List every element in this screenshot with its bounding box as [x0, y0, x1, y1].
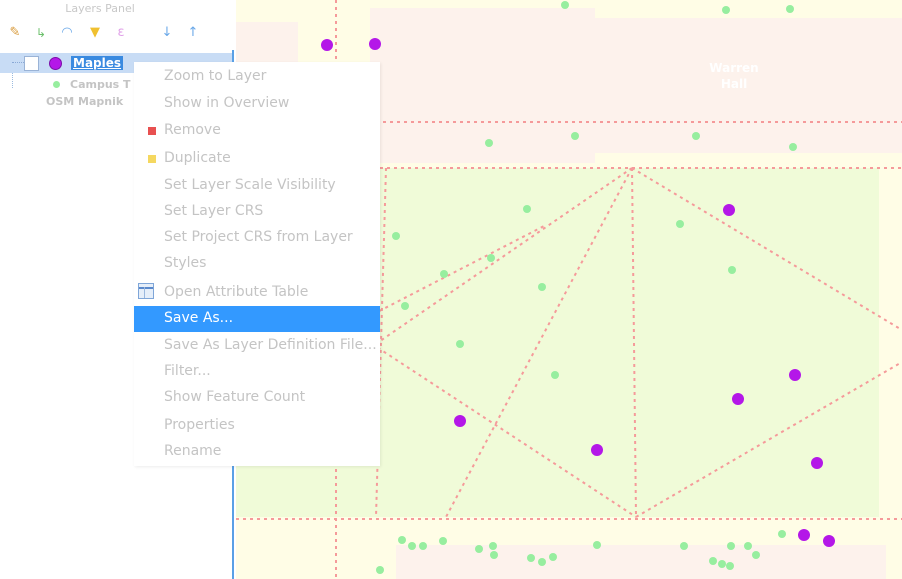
menu-item-label: Save As Layer Definition File... — [164, 337, 377, 353]
menu-item-zoom-to-layer[interactable]: Zoom to Layer — [134, 64, 380, 90]
tree-branch — [12, 62, 24, 63]
layer-name[interactable]: Maples — [71, 56, 124, 70]
building-label: Warren Hall — [704, 60, 764, 92]
menu-item-label: Rename — [164, 443, 222, 459]
group-icon[interactable]: ◠ — [58, 24, 76, 42]
menu-item-show-in-overview[interactable]: Show in Overview — [134, 91, 380, 117]
menu-item-show-feature-count[interactable]: Show Feature Count — [134, 385, 380, 411]
table-icon — [138, 283, 154, 299]
duplicate-icon — [148, 155, 156, 163]
menu-item-label: Show Feature Count — [164, 389, 306, 405]
sort-down-icon[interactable]: ↓ — [158, 24, 176, 42]
menu-item-remove[interactable]: Remove — [134, 118, 380, 144]
panel-title: Layers Panel — [65, 2, 135, 15]
remove-icon — [148, 127, 156, 135]
menu-item-properties[interactable]: Properties — [134, 413, 380, 439]
menu-item-label: Duplicate — [164, 150, 231, 166]
building-label-line1: Warren — [709, 61, 759, 75]
layer-symbol-icon — [49, 57, 62, 70]
layer-visibility-checkbox[interactable] — [24, 56, 39, 71]
menu-item-duplicate[interactable]: Duplicate — [134, 146, 380, 172]
sort-up-icon[interactable]: ↑ — [184, 24, 202, 42]
building — [370, 8, 595, 163]
tree-add-icon[interactable]: ↳ — [32, 24, 50, 42]
menu-item-label: Styles — [164, 255, 207, 271]
menu-item-label: Save As... — [164, 310, 234, 326]
menu-item-set-layer-crs[interactable]: Set Layer CRS — [134, 199, 380, 225]
menu-item-open-attribute-table[interactable]: Open Attribute Table — [134, 280, 380, 306]
menu-item-label: Properties — [164, 417, 235, 433]
menu-item-label: Remove — [164, 122, 221, 138]
menu-item-styles[interactable]: Styles — [134, 251, 380, 277]
menu-item-save-as-layer-definition[interactable]: Save As Layer Definition File... — [134, 333, 380, 359]
filter-icon[interactable]: ▼ — [86, 24, 104, 42]
expression-icon[interactable]: ε — [112, 24, 130, 42]
menu-item-label: Filter... — [164, 363, 211, 379]
menu-item-label: Set Layer Scale Visibility — [164, 177, 336, 193]
layer-row-basemap[interactable]: OSM Mapnik — [46, 95, 123, 108]
building — [396, 545, 886, 579]
point-symbol-icon — [53, 81, 60, 88]
menu-item-label: Set Layer CRS — [164, 203, 264, 219]
menu-item-label: Show in Overview — [164, 95, 290, 111]
menu-item-set-project-crs[interactable]: Set Project CRS from Layer — [134, 225, 380, 251]
layer-label: Campus T — [70, 78, 131, 91]
menu-item-save-as[interactable]: Save As... — [134, 306, 380, 332]
menu-item-filter[interactable]: Filter... — [134, 359, 380, 385]
menu-item-set-layer-scale-visibility[interactable]: Set Layer Scale Visibility — [134, 173, 380, 199]
menu-item-label: Set Project CRS from Layer — [164, 229, 353, 245]
menu-item-rename[interactable]: Rename — [134, 439, 380, 465]
building-label-line2: Hall — [720, 77, 748, 91]
context-menu: Zoom to Layer Show in Overview Remove Du… — [134, 62, 380, 466]
menu-item-label: Zoom to Layer — [164, 68, 267, 84]
menu-item-label: Open Attribute Table — [164, 284, 309, 300]
paint-brush-icon[interactable]: ✎ — [6, 24, 24, 42]
